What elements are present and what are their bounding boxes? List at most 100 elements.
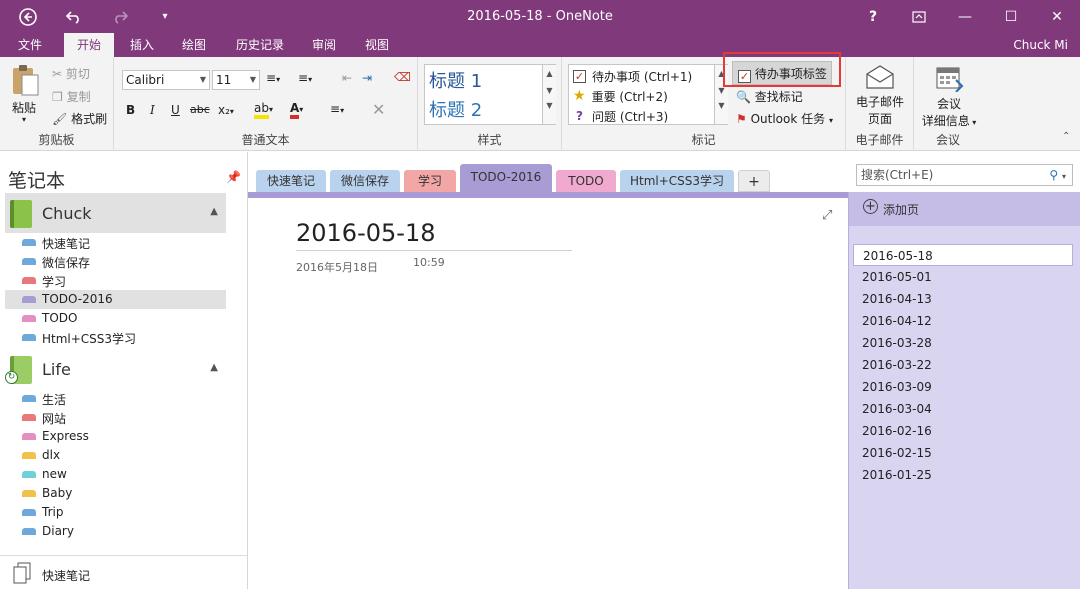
section-item[interactable]: dlx — [5, 446, 226, 465]
page-item[interactable]: 2016-03-09 — [849, 376, 1080, 398]
add-page-button[interactable]: + 添加页 — [849, 192, 1080, 226]
search-input[interactable]: 搜索(Ctrl+E) ⚲ ▾ — [856, 164, 1073, 186]
page-item[interactable]: 2016-04-13 — [849, 288, 1080, 310]
section-item[interactable]: 快速笔记 — [5, 233, 226, 252]
subscript-button[interactable]: x₂▾ — [218, 103, 234, 117]
section-item[interactable]: Diary — [5, 522, 226, 541]
page-item-active[interactable]: 2016-05-18 — [853, 244, 1073, 266]
page-item[interactable]: 2016-02-16 — [849, 420, 1080, 442]
underline-button[interactable]: U — [171, 103, 180, 117]
tab-review[interactable]: 审阅 — [302, 33, 346, 57]
section-tab[interactable]: 微信保存 — [330, 170, 400, 192]
section-item[interactable]: Express — [5, 427, 226, 446]
maximize-button[interactable]: ☐ — [988, 0, 1034, 33]
section-tab-active[interactable]: TODO-2016 — [460, 164, 552, 192]
tab-home[interactable]: 开始 — [64, 33, 114, 57]
bold-button[interactable]: B — [126, 103, 135, 117]
notebook-life[interactable]: ↻ Life ▲ — [5, 349, 226, 389]
strikethrough-button[interactable]: abc — [190, 103, 210, 116]
italic-button[interactable]: I — [150, 103, 155, 117]
decrease-indent-button[interactable]: ⇤ — [342, 71, 352, 85]
section-item[interactable]: 学习 — [5, 271, 226, 290]
style-heading1[interactable]: 标题 1 — [429, 67, 482, 93]
outlook-tasks-label: Outlook 任务 — [750, 112, 826, 126]
section-item[interactable]: 网站 — [5, 408, 226, 427]
delete-button[interactable]: ✕ — [372, 100, 385, 119]
numbering-button[interactable]: ≡▾ — [298, 71, 312, 85]
page-item[interactable]: 2016-02-15 — [849, 442, 1080, 464]
page-item[interactable]: 2016-01-25 — [849, 464, 1080, 486]
page-item[interactable]: 2016-03-28 — [849, 332, 1080, 354]
clear-formatting-button[interactable]: ⌫ — [394, 70, 411, 84]
section-tab[interactable]: 学习 — [404, 170, 456, 192]
section-tab[interactable]: Html+CSS3学习 — [620, 170, 734, 192]
section-item[interactable]: Trip — [5, 503, 226, 522]
page-item[interactable]: 2016-05-01 — [849, 266, 1080, 288]
font-size-select[interactable]: 11 ▼ — [212, 70, 260, 90]
meeting-details-button[interactable]: 会议 详细信息 ▾ — [918, 64, 980, 128]
section-item[interactable]: 生活 — [5, 389, 226, 408]
close-button[interactable]: ✕ — [1034, 0, 1080, 33]
page-canvas[interactable]: ⤢ 2016-05-18 2016年5月18日 10:59 — [248, 192, 848, 589]
font-color-button[interactable]: A▾ — [290, 101, 303, 119]
tab-insert[interactable]: 插入 — [120, 33, 164, 57]
chevron-down-icon[interactable]: ▼ — [543, 86, 556, 95]
page-item[interactable]: 2016-03-04 — [849, 398, 1080, 420]
styles-scroll[interactable]: ▲ ▼ ▼ — [542, 65, 556, 124]
notebook-chuck[interactable]: Chuck ▲ — [5, 193, 226, 233]
chevron-down-icon[interactable]: ▼ — [715, 86, 728, 95]
copy-button[interactable]: ❐ 复制 — [52, 88, 91, 105]
section-item[interactable]: new — [5, 465, 226, 484]
user-name[interactable]: Chuck Mi — [1013, 33, 1068, 57]
email-page-button[interactable]: 电子邮件 页面 — [852, 64, 908, 128]
page-item[interactable]: 2016-03-22 — [849, 354, 1080, 376]
tag-item-todo[interactable]: ✓ 待办事项 (Ctrl+1) — [573, 66, 692, 86]
search-icon[interactable]: ⚲ ▾ — [1049, 165, 1066, 187]
section-tab[interactable]: 快速笔记 — [256, 170, 326, 192]
paste-button[interactable]: 粘贴 ▾ — [10, 63, 42, 124]
minimize-button[interactable]: — — [942, 0, 988, 33]
format-painter-button[interactable]: 🖌 格式刷 — [52, 110, 107, 127]
page-item[interactable]: 2016-04-12 — [849, 310, 1080, 332]
add-section-tab[interactable]: + — [738, 170, 770, 192]
gallery-more-icon[interactable]: ▼ — [543, 101, 556, 110]
chevron-up-icon[interactable]: ▲ — [543, 69, 556, 78]
section-tab[interactable]: TODO — [556, 170, 616, 192]
tab-draw[interactable]: 绘图 — [172, 33, 216, 57]
highlight-button[interactable]: ab▾ — [254, 101, 273, 119]
align-button[interactable]: ≡▾ — [330, 102, 344, 116]
expand-icon[interactable]: ⤢ — [822, 208, 832, 223]
tag-item-important[interactable]: ★ 重要 (Ctrl+2) — [573, 86, 668, 106]
tab-view[interactable]: 视图 — [355, 33, 399, 57]
tags-gallery[interactable]: ✓ 待办事项 (Ctrl+1) ★ 重要 (Ctrl+2) ? 问题 (Ctrl… — [568, 64, 728, 125]
find-tags-label: 查找标记 — [754, 90, 803, 104]
section-item[interactable]: Baby — [5, 484, 226, 503]
styles-gallery[interactable]: 标题 1 标题 2 ▲ ▼ ▼ — [424, 64, 556, 125]
chevron-up-icon[interactable]: ▲ — [210, 362, 218, 373]
find-tags-button[interactable]: 🔍 查找标记 — [736, 88, 803, 105]
collapse-ribbon-icon[interactable]: ⌃ — [1062, 131, 1070, 142]
section-item[interactable]: 微信保存 — [5, 252, 226, 271]
tab-history[interactable]: 历史记录 — [228, 33, 292, 57]
tag-item-question[interactable]: ? 问题 (Ctrl+3) — [573, 106, 668, 126]
tab-file[interactable]: 文件 — [8, 33, 52, 57]
gallery-more-icon[interactable]: ▼ — [715, 101, 728, 110]
ribbon-display-options-icon[interactable] — [896, 0, 942, 33]
chevron-up-icon[interactable]: ▲ — [210, 206, 218, 217]
quick-notes-footer[interactable]: 快速笔记 — [0, 555, 247, 589]
increase-indent-button[interactable]: ⇥ — [362, 71, 372, 85]
section-item[interactable]: TODO — [5, 309, 226, 328]
bullets-button[interactable]: ≡▾ — [266, 71, 280, 85]
outlook-tasks-button[interactable]: ⚑ Outlook 任务 ▾ — [736, 110, 833, 127]
font-family-select[interactable]: Calibri ▼ — [122, 70, 210, 90]
page-title[interactable]: 2016-05-18 — [296, 219, 435, 247]
email-group: 电子邮件 页面 电子邮件 — [846, 57, 914, 151]
section-item[interactable]: Html+CSS3学习 — [5, 328, 226, 347]
section-item[interactable]: TODO-2016 — [5, 290, 226, 309]
todo-checkbox-icon: ✓ — [573, 69, 586, 83]
style-heading2[interactable]: 标题 2 — [429, 96, 482, 122]
help-button[interactable]: ? — [850, 0, 896, 33]
paste-label: 粘贴 — [12, 101, 37, 115]
pin-icon[interactable]: 📌 — [226, 170, 241, 184]
cut-button[interactable]: ✂ 剪切 — [52, 65, 90, 82]
